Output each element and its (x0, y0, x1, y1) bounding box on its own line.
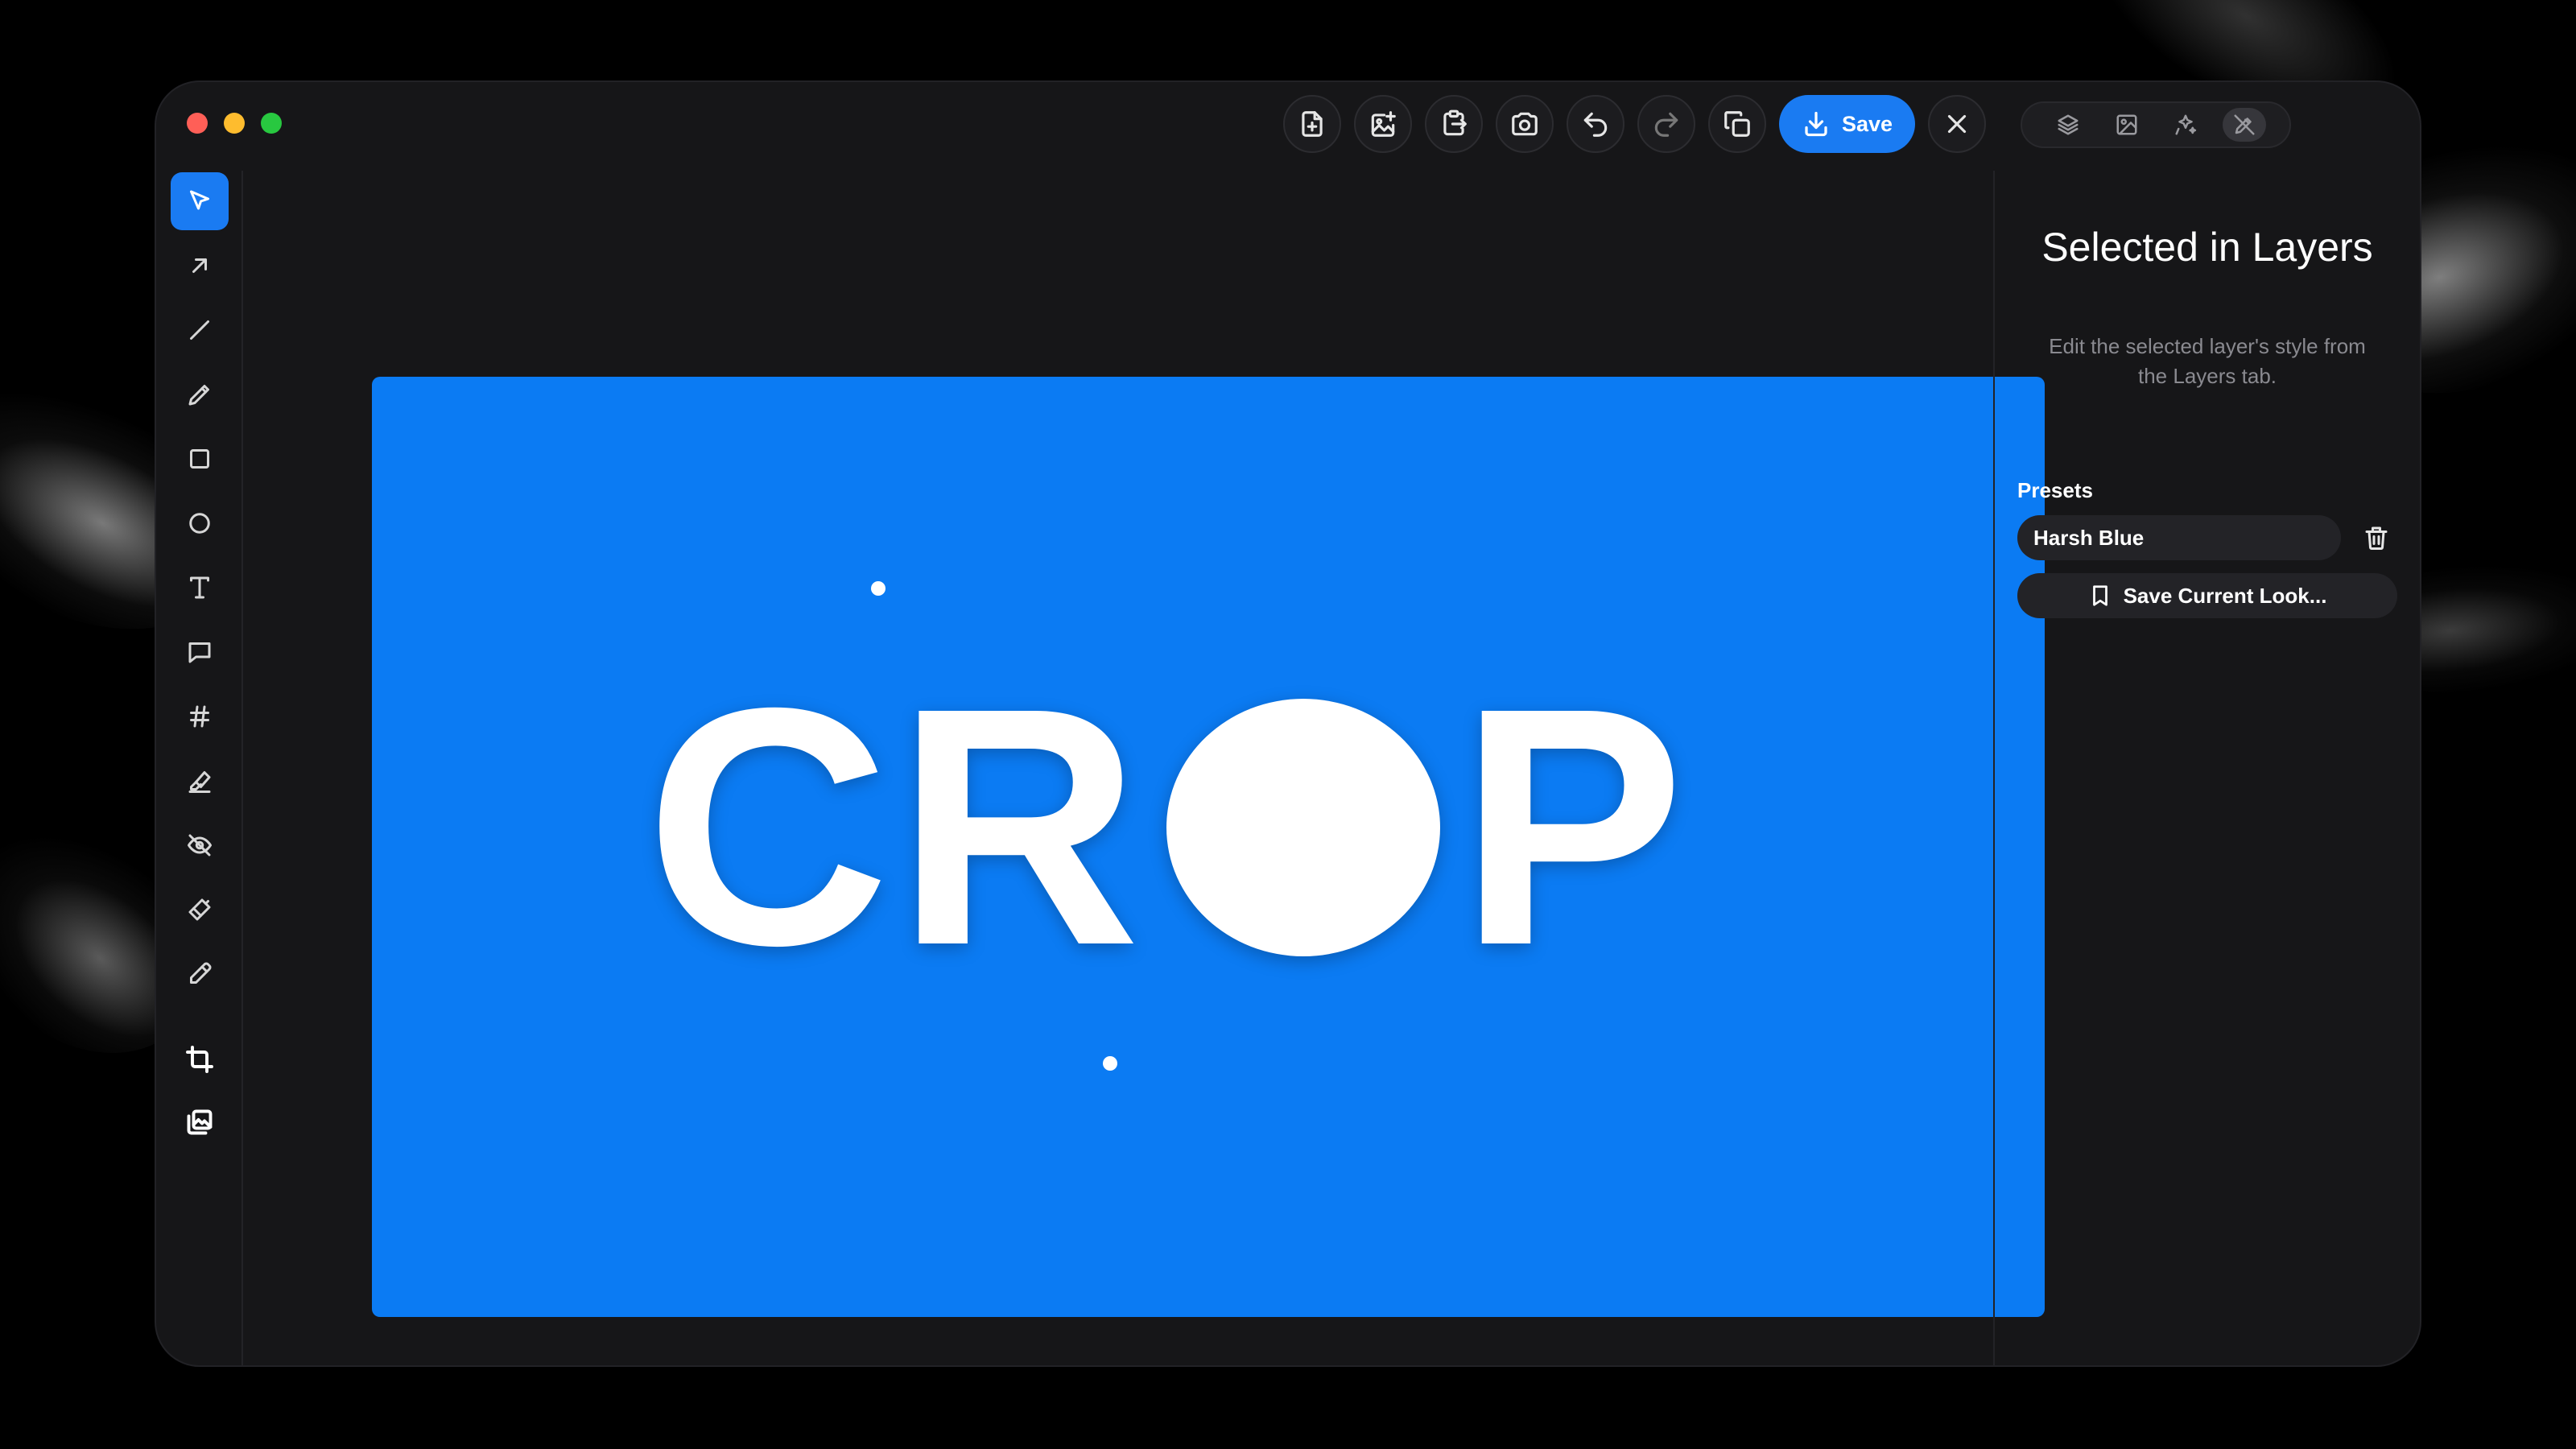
control-point-handle[interactable] (1103, 1056, 1117, 1071)
bookmark-icon (2092, 585, 2107, 606)
undo-button[interactable] (1567, 95, 1624, 153)
tool-hide[interactable] (171, 816, 229, 874)
canvas-headline: CR P (646, 658, 1691, 997)
tool-hash[interactable] (171, 687, 229, 745)
rectangle-icon (190, 449, 209, 469)
hash-icon (190, 705, 209, 728)
add-image-button[interactable] (1354, 95, 1412, 153)
effects-icon (2175, 114, 2196, 135)
canvas-text-right: P (1459, 638, 1691, 1016)
canvas-area: CR P (245, 171, 2045, 1365)
tool-comment[interactable] (171, 623, 229, 681)
highlighter-icon (188, 771, 211, 793)
tool-text[interactable] (171, 559, 229, 617)
panel-subtitle: Edit the selected layer's style from the… (2049, 334, 2366, 388)
close-window-button[interactable] (187, 113, 208, 134)
image-icon (2116, 114, 2136, 135)
app-window: Save CR P Selected in Layers Edit the se… (155, 80, 2421, 1367)
comment-icon (188, 642, 211, 663)
control-point-handle[interactable] (871, 581, 886, 596)
trash-icon (2365, 526, 2388, 550)
camera-icon (1512, 112, 1538, 136)
preset-item-label: Harsh Blue (2033, 525, 2145, 550)
eyedropper-icon (190, 962, 212, 984)
new-file-button[interactable] (1283, 95, 1341, 153)
style-icon (2234, 114, 2254, 135)
undo-icon (1583, 112, 1608, 137)
save-current-look-button[interactable]: Save Current Look... (2017, 573, 2397, 618)
panel-title: Selected in Layers (2041, 225, 2373, 270)
text-icon (190, 576, 209, 599)
tool-select[interactable] (171, 172, 229, 230)
save-button-label: Save (1842, 111, 1893, 136)
add-image-icon (1371, 111, 1396, 137)
close-button[interactable] (1928, 95, 1987, 153)
window-controls (187, 113, 282, 134)
arrow-icon (192, 258, 207, 273)
save-button[interactable]: Save (1779, 95, 1916, 153)
tool-ellipse[interactable] (171, 494, 229, 552)
canvas-circle-shape[interactable] (1166, 699, 1440, 956)
copy-icon (1724, 111, 1750, 137)
properties-panel: Selected in Layers Edit the selected lay… (1993, 171, 2420, 1365)
tool-line[interactable] (171, 301, 229, 359)
export-icon (1443, 109, 1467, 136)
select-icon (190, 190, 209, 210)
redo-icon (1654, 112, 1678, 137)
download-icon (1805, 111, 1827, 137)
save-current-look-label: Save Current Look... (2123, 583, 2327, 608)
tool-arrow[interactable] (171, 237, 229, 295)
tools-sidebar (156, 171, 243, 1365)
line-icon (190, 320, 209, 340)
tool-highlighter[interactable] (171, 752, 229, 810)
screenshot-button[interactable] (1496, 95, 1554, 153)
presets-heading: Presets (2017, 478, 2093, 502)
export-button[interactable] (1425, 95, 1483, 153)
tab-style[interactable] (2222, 108, 2266, 142)
new-file-icon (1302, 111, 1323, 137)
image-overlay-icon (187, 1109, 213, 1135)
delete-preset-button[interactable] (2362, 523, 2391, 552)
maximize-window-button[interactable] (261, 113, 282, 134)
brush-icon (188, 898, 211, 921)
close-icon (1947, 114, 1967, 134)
tool-crop[interactable] (171, 1030, 229, 1088)
tab-image[interactable] (2105, 108, 2149, 142)
tab-layers[interactable] (2046, 108, 2090, 142)
layers-icon (2058, 114, 2078, 135)
minimize-window-button[interactable] (224, 113, 245, 134)
tool-brush[interactable] (171, 881, 229, 939)
tool-image-overlay[interactable] (171, 1093, 229, 1151)
ellipse-icon (189, 513, 210, 534)
hide-icon (188, 834, 212, 857)
tab-effects[interactable] (2164, 108, 2207, 142)
pencil-icon (188, 385, 209, 406)
preset-item[interactable]: Harsh Blue (2017, 515, 2341, 560)
tool-pencil[interactable] (171, 365, 229, 423)
redo-button[interactable] (1637, 95, 1695, 153)
tool-eyedropper[interactable] (171, 945, 229, 1003)
crop-icon (186, 1046, 213, 1073)
top-toolbar: Save (1283, 95, 1987, 153)
copy-button[interactable] (1708, 95, 1766, 153)
canvas-image[interactable]: CR P (372, 377, 2045, 1317)
canvas-text-left: CR (646, 638, 1147, 1016)
panel-tabs (2021, 101, 2291, 148)
tool-rectangle[interactable] (171, 430, 229, 488)
